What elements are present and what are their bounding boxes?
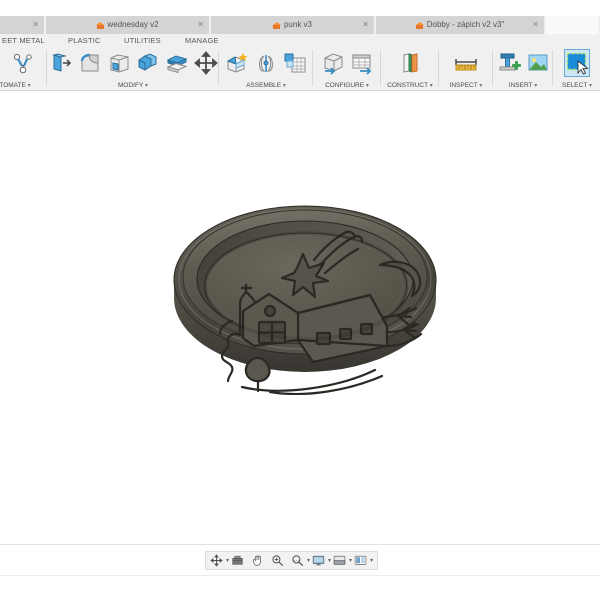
- panel-divider: [438, 50, 439, 86]
- document-tab-label: wednesday v2: [107, 20, 159, 29]
- move-copy-icon[interactable]: [193, 49, 219, 77]
- panel-divider: [380, 50, 381, 86]
- ribbon-panel-tomate: TOMATE ▾: [0, 47, 46, 91]
- document-tab-label: Dobby - zápich v2 v3": [426, 20, 505, 29]
- panel-divider: [492, 50, 493, 86]
- display-settings-icon[interactable]: [312, 552, 325, 569]
- chevron-down-icon[interactable]: ▾: [366, 83, 369, 89]
- look-at-icon[interactable]: [231, 552, 244, 569]
- insert-image-icon[interactable]: [525, 49, 551, 77]
- fillet-icon[interactable]: [77, 49, 103, 77]
- close-icon[interactable]: ✕: [197, 21, 204, 29]
- panel-title-label: MODIFY: [118, 82, 144, 89]
- ribbon-menu-row: EET METAL PLASTIC UTILITIES MANAGE: [0, 34, 600, 47]
- document-tab-4[interactable]: [546, 16, 600, 34]
- viewports-icon[interactable]: [354, 552, 367, 569]
- combine-icon[interactable]: [135, 49, 161, 77]
- panel-title-modify[interactable]: MODIFY ▾: [48, 82, 218, 89]
- ribbon-menu-manage[interactable]: MANAGE: [185, 36, 219, 45]
- close-icon[interactable]: ✕: [32, 21, 39, 29]
- fusion360-window: ✕ wednesday v2 ✕ punk v3 ✕ Dobby - zápich v2 …: [0, 0, 600, 600]
- chevron-down-icon[interactable]: ▾: [589, 83, 592, 89]
- panel-divider: [312, 50, 313, 86]
- ribbon-menu-utilities[interactable]: UTILITIES: [124, 36, 161, 45]
- zoom-icon[interactable]: [271, 552, 284, 569]
- panel-title-construct[interactable]: CONSTRUCT ▾: [382, 82, 438, 89]
- panel-title-tomate[interactable]: TOMATE ▾: [0, 82, 38, 89]
- press-pull-icon[interactable]: [48, 49, 74, 77]
- panel-title-assemble[interactable]: ASSEMBLE ▾: [220, 82, 312, 89]
- cube-icon: [415, 21, 424, 29]
- ribbon-toolbar: TOMATE ▾ MODIFY ▾ ASSEMBLE ▾ CONFIGURE ▾…: [0, 47, 600, 91]
- joint-icon[interactable]: [253, 49, 279, 77]
- model-canvas[interactable]: [0, 92, 600, 544]
- chevron-down-icon[interactable]: ▾: [349, 557, 352, 564]
- panel-title-label: INSPECT: [449, 82, 478, 89]
- document-tab-3[interactable]: Dobby - zápich v2 v3" ✕: [376, 16, 546, 34]
- select-window-icon[interactable]: [564, 49, 590, 77]
- construct-plane-icon[interactable]: [397, 49, 423, 77]
- panel-title-label: SELECT: [562, 82, 588, 89]
- ribbon-panel-assemble: ASSEMBLE ▾: [220, 47, 312, 91]
- cube-icon: [272, 21, 281, 29]
- ribbon-panel-inspect: INSPECT ▾: [440, 47, 492, 91]
- ribbon-menu-plastic[interactable]: PLASTIC: [68, 36, 101, 45]
- close-icon[interactable]: ✕: [362, 21, 369, 29]
- measure-icon[interactable]: [453, 49, 479, 77]
- close-icon[interactable]: ✕: [532, 21, 539, 29]
- chevron-down-icon[interactable]: ▾: [226, 557, 229, 564]
- shell-icon[interactable]: [106, 49, 132, 77]
- automate-icon[interactable]: [10, 49, 36, 77]
- panel-title-label: CONFIGURE: [325, 82, 365, 89]
- insert-mcmaster-icon[interactable]: [496, 49, 522, 77]
- configure-table-icon[interactable]: [349, 49, 375, 77]
- window-top-strip: [0, 0, 600, 16]
- chevron-down-icon[interactable]: ▾: [370, 557, 373, 564]
- ribbon-panel-insert: INSERT ▾: [494, 47, 552, 91]
- chevron-down-icon[interactable]: ▾: [328, 557, 331, 564]
- bottom-bar: ▾ ▾ ▾ ▾ ▾: [0, 544, 600, 600]
- document-tab-bar: ✕ wednesday v2 ✕ punk v3 ✕ Dobby - zápich v2 …: [0, 16, 600, 34]
- chevron-down-icon[interactable]: ▾: [430, 83, 433, 89]
- panel-title-inspect[interactable]: INSPECT ▾: [440, 82, 492, 89]
- cookie-stamp-model[interactable]: [170, 180, 440, 400]
- assembly-table-icon[interactable]: [282, 49, 308, 77]
- offset-face-icon[interactable]: [164, 49, 190, 77]
- new-component-icon[interactable]: [224, 49, 250, 77]
- ribbon-panel-configure: CONFIGURE ▾: [314, 47, 380, 91]
- orbit-icon[interactable]: [210, 552, 223, 569]
- panel-divider: [552, 50, 553, 86]
- bottom-divider: [0, 575, 600, 576]
- panel-divider: [46, 50, 47, 86]
- ribbon-panel-select: SELECT ▾: [554, 47, 600, 91]
- panel-title-label: INSERT: [508, 82, 533, 89]
- chevron-down-icon[interactable]: ▾: [534, 83, 537, 89]
- document-tab-2[interactable]: punk v3 ✕: [211, 16, 376, 34]
- panel-title-configure[interactable]: CONFIGURE ▾: [314, 82, 380, 89]
- panel-title-label: TOMATE: [0, 82, 26, 89]
- grid-settings-icon[interactable]: [333, 552, 346, 569]
- ribbon-menu-eet-metal[interactable]: EET METAL: [2, 36, 45, 45]
- chevron-down-icon[interactable]: ▾: [283, 83, 286, 89]
- chevron-down-icon[interactable]: ▾: [479, 83, 482, 89]
- panel-title-label: CONSTRUCT: [387, 82, 428, 89]
- chevron-down-icon[interactable]: ▾: [28, 83, 31, 89]
- navigation-toolbar: ▾ ▾ ▾ ▾ ▾: [205, 551, 379, 570]
- document-tab-0[interactable]: ✕: [0, 16, 46, 34]
- ribbon-panel-construct: CONSTRUCT ▾: [382, 47, 438, 91]
- panel-title-select[interactable]: SELECT ▾: [554, 82, 600, 89]
- document-tab-label: punk v3: [283, 20, 313, 29]
- cube-icon: [96, 21, 105, 29]
- chevron-down-icon[interactable]: ▾: [307, 557, 310, 564]
- panel-title-insert[interactable]: INSERT ▾: [494, 82, 552, 89]
- chevron-down-icon[interactable]: ▾: [145, 83, 148, 89]
- document-tab-1[interactable]: wednesday v2 ✕: [46, 16, 211, 34]
- pan-icon[interactable]: [251, 552, 264, 569]
- panel-title-label: ASSEMBLE: [246, 82, 282, 89]
- ribbon-panel-modify: MODIFY ▾: [48, 47, 218, 91]
- zoom-window-icon[interactable]: [291, 552, 304, 569]
- configure-model-icon[interactable]: [320, 49, 346, 77]
